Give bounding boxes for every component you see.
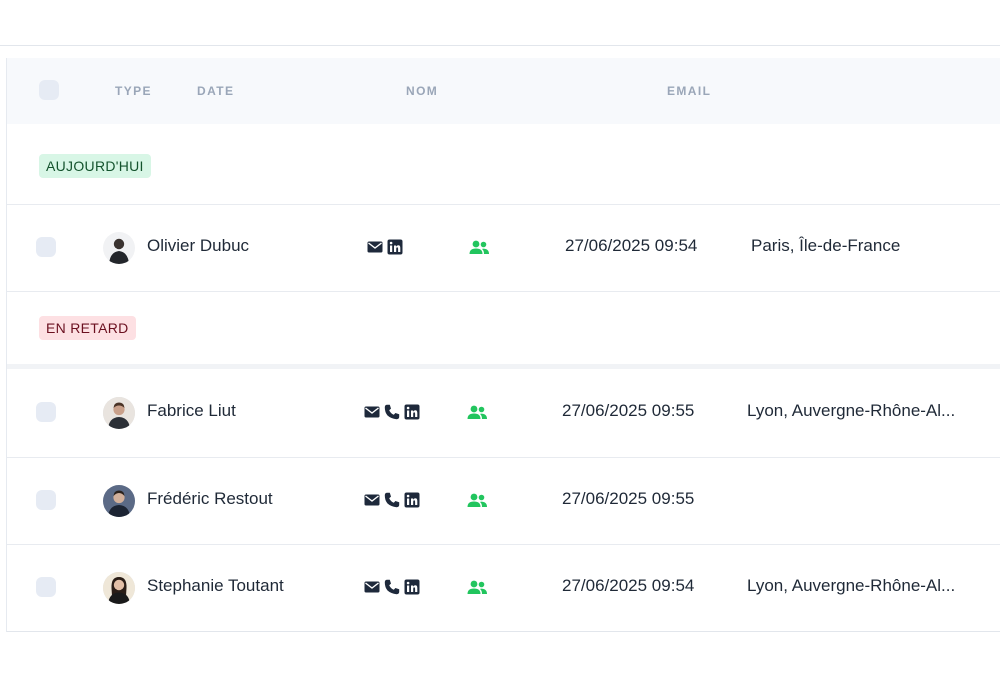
mail-icon[interactable] bbox=[364, 404, 380, 420]
contact-channels bbox=[364, 404, 420, 420]
divider bbox=[7, 364, 1000, 369]
phone-icon[interactable] bbox=[384, 492, 400, 508]
avatar bbox=[103, 232, 135, 264]
contact-channels bbox=[364, 579, 420, 595]
contact-channels bbox=[367, 239, 403, 255]
avatar bbox=[103, 397, 135, 429]
task-datetime: 27/06/2025 09:55 bbox=[562, 489, 695, 508]
row-checkbox[interactable] bbox=[36, 402, 56, 422]
mail-icon[interactable] bbox=[367, 239, 383, 255]
contact-location: Paris, Île-de-France bbox=[751, 236, 901, 255]
contact-location: Lyon, Auvergne-Rhône-Al... bbox=[747, 576, 956, 595]
column-header-date[interactable]: DATE bbox=[197, 84, 234, 98]
avatar-photo-icon bbox=[103, 572, 135, 604]
task-datetime: 27/06/2025 09:54 bbox=[565, 236, 698, 255]
phone-icon[interactable] bbox=[384, 579, 400, 595]
table-header: TYPE DATE NOM EMAIL bbox=[7, 58, 1000, 124]
column-header-nom[interactable]: NOM bbox=[406, 84, 438, 98]
users-icon bbox=[467, 580, 487, 594]
mail-icon[interactable] bbox=[364, 492, 380, 508]
table-row[interactable]: Frédéric Restout 27/06/2025 09:55 bbox=[7, 458, 1000, 544]
status-badge-late: EN RETARD bbox=[39, 316, 136, 340]
section-late: EN RETARD bbox=[7, 292, 1000, 364]
section-today: AUJOURD'HUI bbox=[7, 124, 1000, 204]
contact-name[interactable]: Fabrice Liut bbox=[147, 401, 236, 421]
linkedin-icon[interactable] bbox=[404, 579, 420, 595]
linkedin-icon[interactable] bbox=[387, 239, 403, 255]
task-datetime: 27/06/2025 09:55 bbox=[562, 401, 695, 420]
avatar-photo-icon bbox=[103, 397, 135, 429]
column-header-type[interactable]: TYPE bbox=[115, 84, 152, 98]
avatar bbox=[103, 572, 135, 604]
row-checkbox[interactable] bbox=[36, 577, 56, 597]
task-datetime: 27/06/2025 09:54 bbox=[562, 576, 695, 595]
users-icon bbox=[467, 493, 487, 507]
table-row[interactable]: Olivier Dubuc 27/06/2025 09:54 Paris, Îl… bbox=[7, 205, 1000, 291]
top-bar bbox=[0, 0, 1000, 46]
row-checkbox[interactable] bbox=[36, 237, 56, 257]
linkedin-icon[interactable] bbox=[404, 404, 420, 420]
contact-name[interactable]: Frédéric Restout bbox=[147, 489, 273, 509]
avatar-photo-icon bbox=[103, 485, 135, 517]
mail-icon[interactable] bbox=[364, 579, 380, 595]
tasks-table: TYPE DATE NOM EMAIL AUJOURD'HUI Olivier … bbox=[6, 58, 1000, 632]
contact-name[interactable]: Olivier Dubuc bbox=[147, 236, 249, 256]
contact-channels bbox=[364, 492, 420, 508]
users-icon bbox=[467, 405, 487, 419]
avatar-photo-icon bbox=[103, 232, 135, 264]
table-row[interactable]: Stephanie Toutant 27/06/2025 09:54 Lyon,… bbox=[7, 545, 1000, 631]
column-header-email[interactable]: EMAIL bbox=[667, 84, 711, 98]
avatar bbox=[103, 485, 135, 517]
contact-location: Lyon, Auvergne-Rhône-Al... bbox=[747, 401, 956, 420]
phone-icon[interactable] bbox=[384, 404, 400, 420]
table-row[interactable]: Fabrice Liut 27/06/2025 09:55 Lyon, Auve… bbox=[7, 370, 1000, 456]
contact-name[interactable]: Stephanie Toutant bbox=[147, 576, 284, 596]
status-badge-today: AUJOURD'HUI bbox=[39, 154, 151, 178]
select-all-checkbox[interactable] bbox=[39, 80, 59, 100]
row-checkbox[interactable] bbox=[36, 490, 56, 510]
users-icon bbox=[469, 240, 489, 254]
linkedin-icon[interactable] bbox=[404, 492, 420, 508]
